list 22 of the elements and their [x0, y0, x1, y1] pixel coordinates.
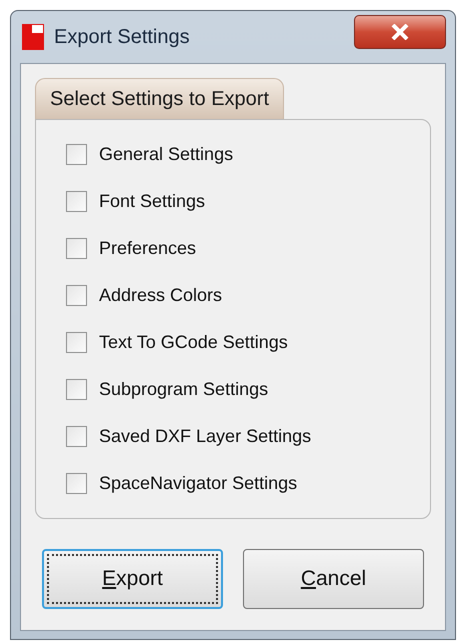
window-title: Export Settings [54, 25, 190, 50]
checkbox-label: Address Colors [99, 284, 222, 307]
checkbox-label: Preferences [99, 237, 196, 260]
close-icon [391, 24, 409, 40]
dialog-button[interactable]: Cancel [243, 549, 424, 609]
checkbox[interactable] [66, 144, 87, 165]
dialog-button[interactable]: Export [42, 549, 223, 609]
checkbox[interactable] [66, 191, 87, 212]
close-button[interactable] [354, 15, 446, 49]
checkbox-label: Font Settings [99, 190, 206, 213]
checkbox[interactable] [66, 473, 87, 494]
checkbox-label: Subprogram Settings [99, 378, 268, 401]
checkbox-label: General Settings [99, 143, 234, 166]
checkbox[interactable] [66, 332, 87, 353]
checkbox-label: Text To GCode Settings [99, 331, 288, 354]
app-logo-icon [22, 24, 44, 50]
checkbox-label: Saved DXF Layer Settings [99, 425, 312, 448]
checkbox[interactable] [66, 426, 87, 447]
checkbox[interactable] [66, 285, 87, 306]
checkbox-label: SpaceNavigator Settings [99, 472, 298, 495]
checkbox[interactable] [66, 238, 87, 259]
checkbox[interactable] [66, 379, 87, 400]
